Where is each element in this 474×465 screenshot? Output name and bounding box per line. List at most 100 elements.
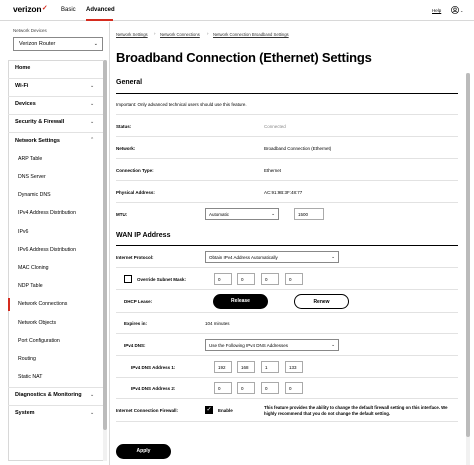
divider bbox=[116, 180, 458, 181]
breadcrumb-broadband-settings: Network Connection Broadband Settings bbox=[213, 32, 289, 37]
chevron-up-icon: ⌃ bbox=[90, 137, 95, 143]
sidebar-item-security-firewall[interactable]: Security & Firewall bbox=[15, 119, 64, 125]
top-bar: verizon✓ Basic Advanced Help ⌄ bbox=[0, 0, 474, 21]
sidebar-item-ipv6-address-distribution[interactable]: IPv6 Address Distribution bbox=[18, 247, 76, 253]
advanced-users-note: Important: Only advanced technical users… bbox=[116, 102, 247, 107]
user-menu[interactable]: ⌄ bbox=[451, 6, 463, 14]
ipv4-dns-select[interactable]: Use the Following IPv4 DNS Addresses ⌄ bbox=[205, 339, 339, 351]
sidebar-scrollbar-thumb[interactable] bbox=[103, 60, 107, 430]
override-subnet-checkbox[interactable] bbox=[124, 275, 132, 283]
chevron-down-icon: ⌄ bbox=[460, 7, 464, 13]
status-label: Status: bbox=[116, 124, 132, 129]
sidebar-item-network-connections[interactable]: Network Connections bbox=[18, 301, 67, 307]
network-label: Network: bbox=[116, 146, 136, 151]
dns1-octet-3[interactable]: 1 bbox=[261, 361, 279, 373]
tab-advanced[interactable]: Advanced bbox=[86, 7, 115, 13]
divider bbox=[8, 78, 103, 79]
sidebar-item-ipv6[interactable]: IPv6 bbox=[18, 229, 28, 235]
dns2-octet-4[interactable]: 0 bbox=[285, 382, 303, 394]
dhcp-lease-label: DHCP Lease: bbox=[124, 299, 153, 304]
help-link[interactable]: Help bbox=[432, 8, 441, 13]
network-devices-value: Verizon Router bbox=[19, 41, 56, 47]
chevron-down-icon: ⌄ bbox=[90, 101, 95, 107]
divider bbox=[116, 114, 458, 115]
sidebar-item-arp-table[interactable]: ARP Table bbox=[18, 156, 42, 162]
divider bbox=[116, 333, 458, 334]
divider bbox=[116, 355, 458, 356]
divider bbox=[8, 96, 103, 97]
verizon-logo[interactable]: verizon✓ bbox=[13, 4, 48, 14]
divider bbox=[116, 245, 458, 246]
firewall-enable-checkbox[interactable]: ✓ bbox=[205, 406, 213, 414]
sidebar-item-diagnostics-monitoring[interactable]: Diagnostics & Monitoring bbox=[15, 392, 82, 398]
expires-in-label: Expires in: bbox=[124, 321, 148, 326]
dns2-octet-1[interactable]: 0 bbox=[214, 382, 232, 394]
renew-button[interactable]: Renew bbox=[294, 294, 349, 309]
firewall-note: This feature provides the ability to cha… bbox=[264, 405, 448, 416]
divider bbox=[8, 114, 103, 115]
divider bbox=[8, 405, 103, 406]
tab-basic[interactable]: Basic bbox=[61, 7, 76, 13]
apply-button[interactable]: Apply bbox=[116, 444, 171, 459]
divider bbox=[116, 158, 458, 159]
sidebar-item-home[interactable]: Home bbox=[15, 65, 30, 71]
sidebar-item-dns-server[interactable]: DNS Server bbox=[18, 174, 46, 180]
ipv4-dns-value: Use the Following IPv4 DNS Addresses bbox=[209, 343, 289, 348]
sidebar-item-network-settings[interactable]: Network Settings bbox=[15, 138, 60, 144]
network-devices-select[interactable]: Verizon Router ⌄ bbox=[13, 37, 103, 51]
internet-protocol-select[interactable]: Obtain IPv4 Address Automatically ⌄ bbox=[205, 251, 339, 263]
breadcrumb-network-connections[interactable]: Network Connections bbox=[160, 32, 200, 37]
internet-protocol-value: Obtain IPv4 Address Automatically bbox=[209, 255, 278, 260]
sidebar-item-static-nat[interactable]: Static NAT bbox=[18, 374, 42, 380]
divider bbox=[116, 398, 458, 399]
sidebar-item-devices[interactable]: Devices bbox=[15, 101, 36, 107]
sidebar-item-routing[interactable]: Routing bbox=[18, 356, 36, 362]
dns2-octet-3[interactable]: 0 bbox=[261, 382, 279, 394]
dns1-octet-2[interactable]: 168 bbox=[237, 361, 255, 373]
breadcrumb-network-settings[interactable]: Network Settings bbox=[116, 32, 148, 37]
subnet-octet-1[interactable]: 0 bbox=[214, 273, 232, 285]
mtu-mode-select[interactable]: Automatic ⌄ bbox=[205, 208, 279, 220]
sidebar-item-ipv4-address-distribution[interactable]: IPv4 Address Distribution bbox=[18, 210, 76, 216]
internet-protocol-label: Internet Protocol: bbox=[116, 255, 154, 260]
sidebar-item-ndp-table[interactable]: NDP Table bbox=[18, 283, 43, 289]
chevron-down-icon: ⌄ bbox=[90, 83, 95, 89]
chevron-down-icon: ⌄ bbox=[93, 41, 98, 47]
sidebar-item-dynamic-dns[interactable]: Dynamic DNS bbox=[18, 192, 51, 198]
mtu-input[interactable]: 1500 bbox=[294, 208, 324, 220]
chevron-down-icon: ⌄ bbox=[271, 211, 275, 216]
user-icon bbox=[451, 6, 459, 14]
sidebar-item-system[interactable]: System bbox=[15, 410, 35, 416]
subnet-octet-4[interactable]: 0 bbox=[285, 273, 303, 285]
dns-address-1-label: IPv4 DNS Address 1: bbox=[131, 365, 176, 370]
active-item-indicator bbox=[8, 298, 10, 311]
divider bbox=[8, 132, 103, 133]
firewall-enable-label: Enable bbox=[218, 408, 233, 413]
divider bbox=[116, 202, 458, 203]
firewall-label: Internet Connection Firewall: bbox=[116, 408, 179, 413]
dns1-octet-4[interactable]: 133 bbox=[285, 361, 303, 373]
dns1-octet-1[interactable]: 192 bbox=[214, 361, 232, 373]
wan-ip-section-title: WAN IP Address bbox=[116, 232, 171, 239]
subnet-octet-3[interactable]: 0 bbox=[261, 273, 279, 285]
physical-address-value: AC:91:9B:3F:48:77 bbox=[264, 190, 303, 195]
divider bbox=[116, 421, 458, 422]
dns-address-2-label: IPv4 DNS Address 2: bbox=[131, 386, 176, 391]
release-button[interactable]: Release bbox=[213, 294, 268, 309]
mtu-label: MTU: bbox=[116, 212, 128, 217]
connection-type-label: Connection Type: bbox=[116, 168, 154, 173]
connection-type-value: Ethernet bbox=[264, 168, 282, 173]
divider bbox=[116, 312, 458, 313]
sidebar-item-mac-cloning[interactable]: MAC Cloning bbox=[18, 265, 49, 271]
main-scrollbar-thumb[interactable] bbox=[466, 73, 470, 437]
page-title: Broadband Connection (Ethernet) Settings bbox=[116, 50, 372, 65]
divider bbox=[116, 377, 458, 378]
sidebar-item-network-objects[interactable]: Network Objects bbox=[18, 320, 56, 326]
subnet-octet-2[interactable]: 0 bbox=[237, 273, 255, 285]
divider bbox=[8, 387, 103, 388]
sidebar-item-port-configuration[interactable]: Port Configuration bbox=[18, 338, 60, 344]
sidebar-item-wifi[interactable]: Wi-Fi bbox=[15, 83, 28, 89]
divider bbox=[116, 136, 458, 137]
network-devices-label: Network Devices bbox=[13, 28, 47, 33]
dns2-octet-2[interactable]: 0 bbox=[237, 382, 255, 394]
